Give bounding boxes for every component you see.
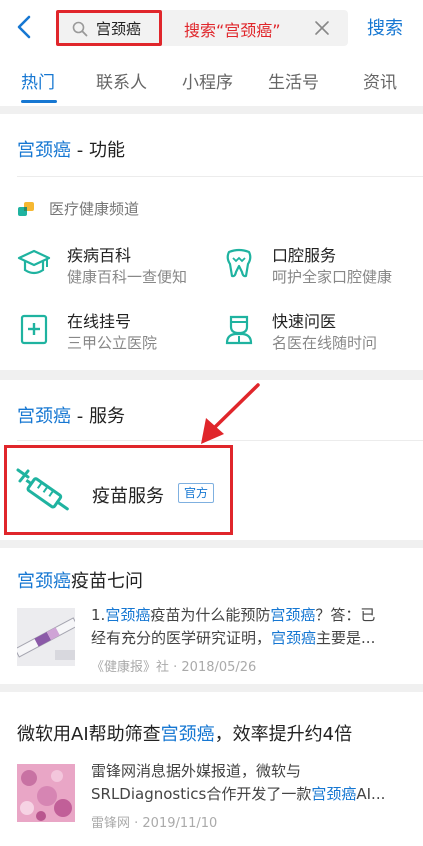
keyword-highlight: 宫颈癌 (17, 406, 71, 427)
official-badge: 官方 (178, 483, 215, 503)
snippet-text: 雷锋网消息据外媒报道，微软与 (91, 762, 302, 780)
search-input[interactable]: 宫颈癌 搜索“宫颈癌” (56, 10, 348, 46)
service-name[interactable]: 疫苗服务 (92, 482, 164, 508)
article-snippet: 雷锋网消息据外媒报道，微软与 SRLDiagnostics合作开发了一款宫颈癌A… (91, 760, 411, 806)
top-bar: 宫颈癌 搜索“宫颈癌” 搜索 (0, 0, 423, 56)
function-disease-encyclopedia[interactable]: 疾病百科 健康百科一查便知 (17, 242, 207, 292)
keyword-highlight: 宫颈癌 (17, 571, 71, 592)
function-card: 宫颈癌 - 功能 医疗健康频道 疾病百科 健康百科一查便知 口腔服务 呵护全家口… (0, 114, 423, 370)
health-channel-icon (18, 202, 34, 216)
tab-contacts[interactable]: 联系人 (96, 68, 147, 93)
function-name: 在线挂号 (67, 312, 132, 331)
snippet-line: SRLDiagnostics合作开发了一款宫颈癌AI... (91, 783, 411, 806)
article-title-rest: 疫苗七问 (71, 571, 143, 592)
graduation-cap-icon (17, 249, 51, 275)
snippet-text: AI... (356, 785, 386, 803)
function-name: 口腔服务 (272, 246, 337, 265)
article-card[interactable]: 微软用AI帮助筛查宫颈癌，效率提升约4倍 雷锋网消息据外媒报道，微软与 SRLD… (0, 692, 423, 846)
keyword-highlight: 宫颈癌 (311, 785, 357, 803)
article-title-rest: ，效率提升约4倍 (214, 724, 353, 745)
article-title[interactable]: 宫颈癌疫苗七问 (17, 567, 143, 593)
keyword-highlight: 宫颈癌 (105, 606, 151, 624)
tooth-icon (226, 248, 252, 278)
keyword-highlight: 宫颈癌 (160, 724, 215, 745)
tab-life-accounts[interactable]: 生活号 (268, 68, 319, 93)
medical-clipboard-icon (20, 314, 48, 345)
function-desc: 健康百科一查便知 (67, 268, 188, 286)
service-section-title: 宫颈癌 - 服务 (17, 402, 125, 428)
tab-mini-programs[interactable]: 小程序 (182, 68, 233, 93)
snippet-text: SRLDiagnostics合作开发了一款 (91, 785, 312, 803)
function-desc: 呵护全家口腔健康 (272, 268, 393, 286)
snippet-text: ？答：已 (315, 606, 376, 624)
annotation-arrow (201, 383, 260, 444)
channel-label: 医疗健康频道 (49, 200, 140, 218)
snippet-text: 主要是... (316, 629, 376, 647)
article-card[interactable]: 宫颈癌疫苗七问 1.宫颈癌疫苗为什么能预防宫颈癌？答：已 经有充分的医学研究证明… (0, 548, 423, 684)
article-meta: 雷锋网 · 2019/11/10 (91, 816, 218, 831)
back-arrow-icon[interactable] (12, 14, 38, 40)
tab-hot[interactable]: 热门 (21, 68, 55, 93)
snippet-text: 经有充分的医学研究证明， (91, 629, 272, 647)
search-button[interactable]: 搜索 (367, 14, 403, 40)
function-desc: 名医在线随时问 (272, 334, 378, 352)
clear-icon[interactable] (314, 20, 330, 36)
article-title-prefix: 微软用AI帮助筛查 (17, 724, 161, 745)
tab-news[interactable]: 资讯 (363, 68, 397, 93)
keyword-highlight: 宫颈癌 (270, 606, 316, 624)
article-meta: 《健康报》社 · 2018/05/26 (91, 660, 257, 675)
doctor-icon (225, 315, 253, 345)
syringe-photo-image (17, 608, 75, 666)
keyword-highlight: 宫颈癌 (271, 629, 317, 647)
syringe-icon[interactable] (16, 467, 76, 521)
section-suffix: - 服务 (71, 406, 125, 427)
article-title[interactable]: 微软用AI帮助筛查宫颈癌，效率提升约4倍 (17, 720, 352, 746)
article-snippet: 1.宫颈癌疫苗为什么能预防宫颈癌？答：已 经有充分的医学研究证明，宫颈癌主要是.… (91, 604, 411, 650)
function-name: 快速问医 (272, 312, 337, 331)
function-quick-consult[interactable]: 快速问医 名医在线随时问 (222, 308, 412, 358)
function-dental-service[interactable]: 口腔服务 呵护全家口腔健康 (222, 242, 412, 292)
search-highlight-box (56, 10, 162, 46)
snippet-line: 经有充分的医学研究证明，宫颈癌主要是... (91, 627, 411, 650)
article-thumbnail (17, 764, 75, 822)
keyword-highlight: 宫颈癌 (17, 140, 71, 161)
snippet-text: 1. (91, 606, 106, 624)
divider (17, 176, 423, 177)
function-desc: 三甲公立医院 (67, 334, 158, 352)
function-section-title: 宫颈癌 - 功能 (17, 136, 125, 162)
function-name: 疾病百科 (67, 246, 132, 265)
annotation-label: 搜索“宫颈癌” (184, 21, 281, 40)
snippet-line: 1.宫颈癌疫苗为什么能预防宫颈癌？答：已 (91, 604, 411, 627)
function-online-registration[interactable]: 在线挂号 三甲公立医院 (17, 308, 207, 358)
snippet-text: 疫苗为什么能预防 (150, 606, 271, 624)
microscopy-image (17, 764, 75, 822)
section-suffix: - 功能 (71, 140, 125, 161)
active-tab-indicator (21, 100, 57, 103)
article-thumbnail (17, 608, 75, 666)
search-tabs: 热门 联系人 小程序 生活号 资讯 (0, 56, 423, 106)
snippet-line: 雷锋网消息据外媒报道，微软与 (91, 760, 411, 783)
